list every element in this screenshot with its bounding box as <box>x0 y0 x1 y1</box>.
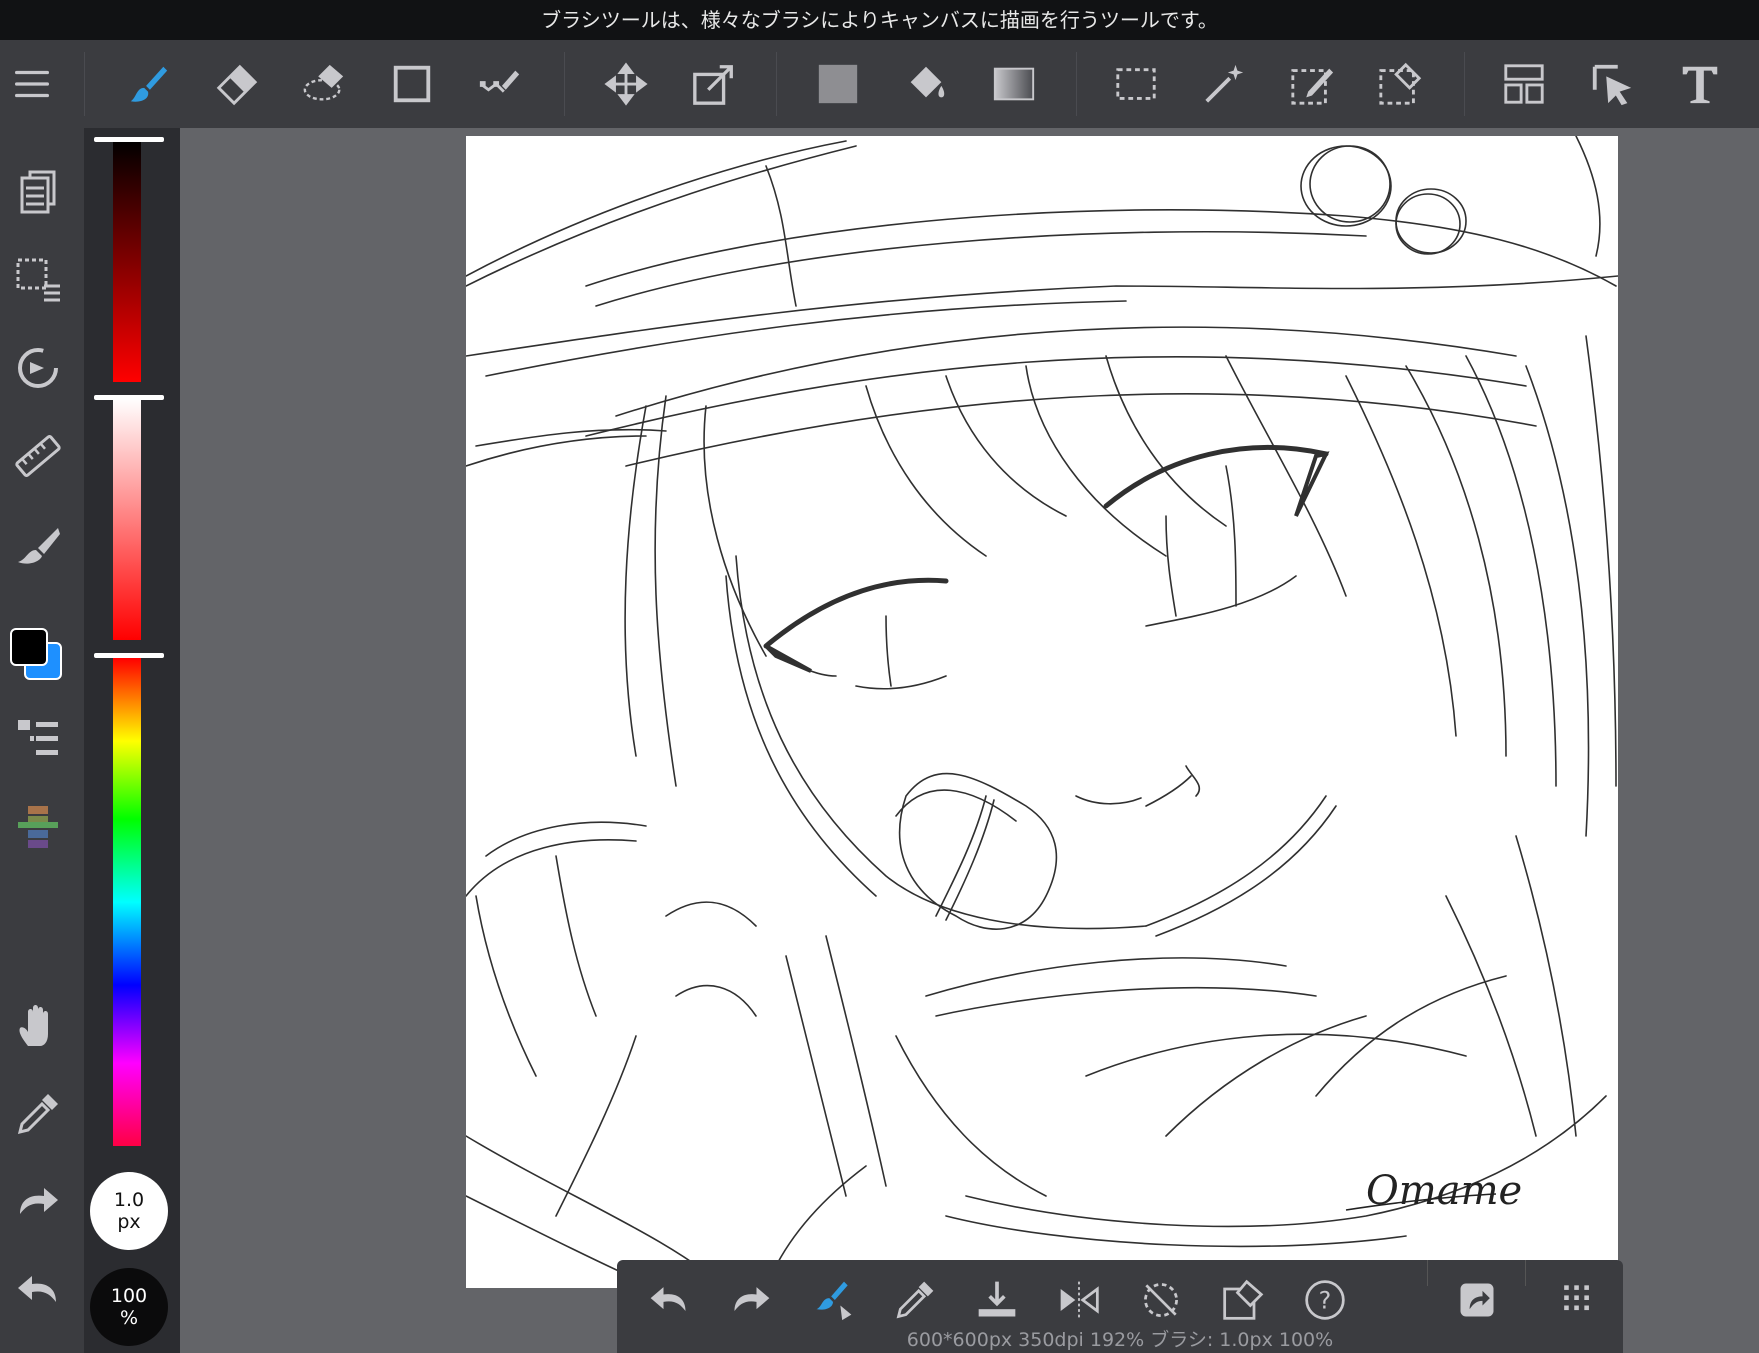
grid-menu-icon[interactable] <box>1551 1274 1603 1326</box>
bottom-quick-bar: ? 600*600px 350dpi 192% ブラシ: 1.0px 100% <box>617 1260 1623 1353</box>
eraser-icon[interactable] <box>208 56 264 112</box>
bucket-icon[interactable] <box>898 56 954 112</box>
blur-eraser-icon[interactable] <box>296 56 352 112</box>
svg-text:?: ? <box>1319 1286 1332 1314</box>
rectangle-icon[interactable] <box>384 56 440 112</box>
eyedropper-icon[interactable] <box>10 1086 66 1142</box>
primary-color-swatch[interactable] <box>10 628 48 666</box>
undo-icon[interactable] <box>643 1274 695 1326</box>
sketch-drawing: Omame <box>466 136 1618 1288</box>
brush-opacity-value: 100 <box>110 1285 148 1307</box>
text-icon[interactable] <box>1672 56 1728 112</box>
rotate-icon[interactable] <box>10 340 66 396</box>
select-rect-icon[interactable] <box>1108 56 1164 112</box>
top-toolbar <box>0 40 1759 128</box>
select-eraser-icon[interactable] <box>1372 56 1428 112</box>
left-sidebar <box>0 128 84 1353</box>
share-icon[interactable] <box>1451 1274 1503 1326</box>
fill-swatch-icon[interactable] <box>810 56 866 112</box>
brush-size-indicator[interactable]: 1.0 px <box>90 1172 168 1250</box>
help-icon[interactable]: ? <box>1299 1274 1351 1326</box>
redo-icon[interactable] <box>725 1274 777 1326</box>
saturation-slider[interactable] <box>113 398 141 640</box>
saturation-slider-handle[interactable] <box>94 395 164 400</box>
hue-slider-handle[interactable] <box>94 653 164 658</box>
pages-icon[interactable] <box>10 164 66 220</box>
brush-opacity-indicator[interactable]: 100 % <box>90 1268 168 1346</box>
canvas-status-text: 600*600px 350dpi 192% ブラシ: 1.0px 100% <box>906 1329 1334 1351</box>
select-pen-icon[interactable] <box>1284 56 1340 112</box>
brush-size-unit: px <box>117 1211 141 1233</box>
eyedropper-icon[interactable] <box>889 1274 941 1326</box>
undo-icon[interactable] <box>10 1262 66 1318</box>
brush-icon[interactable] <box>120 56 176 112</box>
ruler-icon[interactable] <box>10 428 66 484</box>
magic-wand-icon[interactable] <box>1196 56 1252 112</box>
brush-size-value: 1.0 <box>113 1189 145 1211</box>
brush-settings-icon[interactable] <box>10 516 66 572</box>
hue-slider[interactable] <box>113 658 141 1146</box>
artist-signature: Omame <box>1366 1168 1522 1214</box>
palette-icon[interactable] <box>10 798 66 854</box>
brightness-slider[interactable] <box>113 140 141 382</box>
gradient-icon[interactable] <box>986 56 1042 112</box>
color-panel: 1.0 px 100 % <box>84 128 180 1353</box>
transform-icon[interactable] <box>686 56 742 112</box>
title-bar: ブラシツールは、様々なブラシによりキャンバスに描画を行うツールです。 <box>0 0 1759 40</box>
vector-pen-icon[interactable] <box>472 56 528 112</box>
title-text: ブラシツールは、様々なブラシによりキャンバスに描画を行うツールです。 <box>541 8 1218 32</box>
eraser-icon[interactable] <box>1217 1274 1269 1326</box>
move-icon[interactable] <box>598 56 654 112</box>
hand-icon[interactable] <box>10 998 66 1054</box>
frame-divider-icon[interactable] <box>1496 56 1552 112</box>
menu-icon[interactable] <box>4 56 60 112</box>
operation-icon[interactable] <box>1584 56 1640 112</box>
drawing-canvas[interactable]: Omame <box>466 136 1618 1288</box>
redo-icon[interactable] <box>10 1174 66 1230</box>
selection-list-icon[interactable] <box>10 252 66 308</box>
rotate-reset-icon[interactable] <box>1135 1274 1187 1326</box>
brightness-slider-handle[interactable] <box>94 137 164 142</box>
layers-icon[interactable] <box>10 710 66 766</box>
brush-opacity-unit: % <box>119 1307 139 1329</box>
color-swatch-icon[interactable] <box>10 628 64 680</box>
import-icon[interactable] <box>971 1274 1023 1326</box>
flip-icon[interactable] <box>1053 1274 1105 1326</box>
brush-switch-icon[interactable] <box>807 1274 859 1326</box>
